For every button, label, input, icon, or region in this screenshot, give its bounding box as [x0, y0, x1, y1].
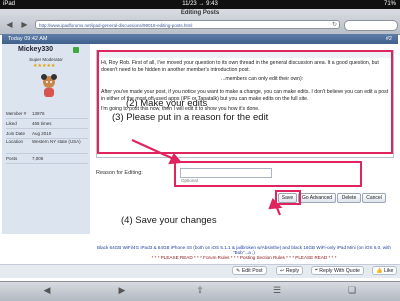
reply-with-quote-button[interactable]: ❝ Reply With Quote: [311, 266, 364, 275]
username[interactable]: Mickey330: [18, 46, 53, 53]
stat-value: Aug 2010: [32, 131, 52, 136]
avatar[interactable]: [38, 74, 60, 98]
url-bar[interactable]: http://www.ipadforums.net/ipad-general-d…: [35, 20, 340, 29]
cancel-button[interactable]: Cancel: [362, 193, 386, 203]
stat-value: 7,006: [32, 156, 44, 161]
user-title: Super Moderator: [29, 57, 63, 62]
reply-icon: ↩: [280, 268, 285, 274]
quote-icon: ❝: [315, 268, 318, 274]
pencil-icon: ✎: [236, 268, 241, 274]
browser-toolbar: Editing Posts ◀ ▶ http://www.ipadforums.…: [0, 9, 400, 35]
rank-stars-icon: ★★★★★: [33, 63, 56, 69]
reason-label: Reason for Editing:: [96, 170, 143, 176]
back-icon[interactable]: ◀: [40, 285, 54, 296]
signature-devices: Black 64GB WiFi/4G iPad3 & 64GB iPhone 4…: [97, 245, 391, 255]
page-title: Editing Posts: [180, 10, 220, 16]
stat-label: Liked: [6, 121, 17, 126]
reply-button[interactable]: ↩ Reply: [276, 266, 304, 275]
post-date: Today 09:42 AM: [8, 36, 48, 42]
reply-label: Reply: [285, 268, 300, 274]
stat-label: Location: [6, 139, 24, 144]
forward-arrow-icon[interactable]: ▶: [19, 20, 30, 29]
stat-label: Member #: [6, 111, 27, 116]
online-status-icon: [73, 47, 79, 53]
stat-value: 465 times: [32, 121, 52, 126]
battery-indicator: 71%: [383, 1, 396, 7]
stat-value: Western NY state (USA): [32, 139, 81, 144]
forward-icon[interactable]: ▶: [115, 285, 129, 296]
clock: 11/23 → 9:43: [182, 1, 218, 7]
stat-label: Join Date: [6, 131, 26, 136]
annotation-save: (4) Save your changes: [121, 215, 217, 226]
go-advanced-button[interactable]: Go Advanced: [298, 193, 336, 203]
back-arrow-icon[interactable]: ◀: [4, 20, 15, 29]
search-field[interactable]: [344, 20, 398, 31]
stat-value: 13976: [32, 111, 45, 116]
annotation-box-reason: [174, 161, 362, 187]
stat-label: Posts: [6, 156, 18, 161]
post-header: Today 09:42 AM #2: [2, 34, 398, 44]
url-text: http://www.ipadforums.net/ipad-general-d…: [39, 23, 193, 28]
thumbs-up-icon: 👍: [376, 268, 383, 274]
annotation-reason: (3) Please put in a reason for the edit: [112, 112, 269, 123]
like-button[interactable]: 👍 Like: [372, 266, 398, 275]
tabs-icon[interactable]: ❏: [345, 285, 359, 296]
annotation-box-save: [275, 190, 301, 205]
edit-post-button[interactable]: ✎ Edit Post: [232, 266, 267, 275]
edit-post-label: Edit Post: [241, 268, 263, 274]
reply-quote-label: Reply With Quote: [319, 268, 360, 274]
share-icon[interactable]: ⇧: [193, 285, 207, 296]
bookmarks-icon[interactable]: ☰: [270, 285, 284, 296]
status-bar: iPad 11/23 → 9:43 71%: [0, 0, 400, 9]
post-number[interactable]: #2: [386, 34, 392, 44]
user-stats: Member # 13976 Liked 465 times Join Date Au…: [6, 109, 88, 164]
delete-button[interactable]: Delete: [337, 193, 361, 203]
reload-icon[interactable]: ↻: [332, 21, 337, 28]
signature-links[interactable]: * * * PLEASE READ * * * Forum Rules * * …: [96, 255, 392, 260]
like-label: Like: [383, 268, 394, 274]
annotation-make-edits: (2) Make your edits: [126, 98, 208, 109]
